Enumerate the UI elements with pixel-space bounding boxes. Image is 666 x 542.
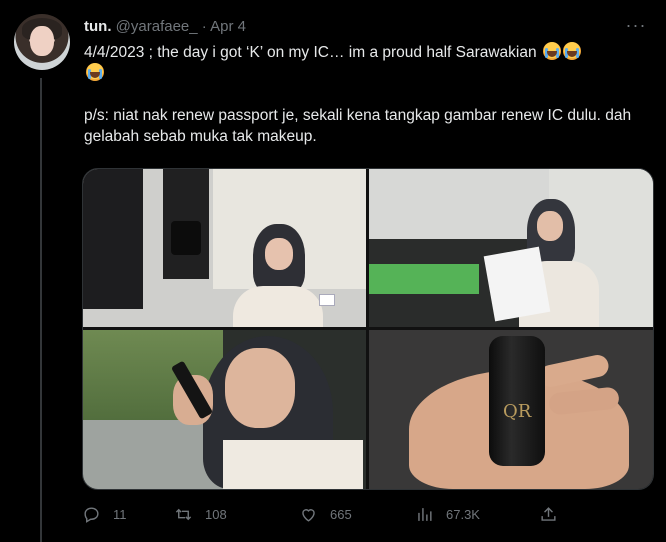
photo-1-body xyxy=(233,286,323,327)
tweet-header: tun. @yarafaee_ · Apr 4 xyxy=(84,18,246,35)
tweet-date[interactable]: Apr 4 xyxy=(210,18,246,35)
share-button[interactable] xyxy=(539,500,570,528)
crying-face-icon xyxy=(542,42,561,60)
share-icon xyxy=(541,506,556,521)
photo-2-paper xyxy=(483,246,551,322)
tweet-line-1-text: 4/4/2023 ; the day i got ‘K’ on my IC… i… xyxy=(84,44,537,61)
action-bar: 11 108 665 67.3K xyxy=(82,500,652,528)
reply-count: 11 xyxy=(113,506,127,522)
photo-1[interactable] xyxy=(83,169,366,327)
avatar-face xyxy=(30,26,54,56)
crying-face-icon xyxy=(86,63,104,81)
views-chart-icon xyxy=(418,507,432,521)
more-options-icon[interactable]: ··· xyxy=(622,16,650,36)
heart-icon xyxy=(302,508,315,522)
author-name[interactable]: tun. xyxy=(84,18,112,35)
photo-2[interactable] xyxy=(369,169,653,327)
photo-2-person xyxy=(483,199,599,327)
photo-1-face xyxy=(265,238,293,270)
tweet-line-2: p/s: niat nak renew passport je, sekali … xyxy=(84,107,632,145)
separator-dot: · xyxy=(201,18,207,35)
product-logo: QR xyxy=(503,401,532,422)
retweet-button[interactable]: 108 xyxy=(174,500,227,528)
tweet[interactable]: tun. @yarafaee_ · Apr 4 ··· 4/4/2023 ; t… xyxy=(0,0,666,542)
avatar[interactable] xyxy=(14,14,70,70)
photo-1-camera-lens xyxy=(171,221,201,255)
photo-3-body xyxy=(223,440,363,489)
photo-1-person xyxy=(233,224,335,327)
photo-3-face xyxy=(225,348,295,428)
thread-line xyxy=(40,78,42,542)
tweet-line-1: 4/4/2023 ; the day i got ‘K’ on my IC… i… xyxy=(84,42,644,84)
crying-face-icon xyxy=(562,42,581,60)
photo-3[interactable] xyxy=(83,330,366,489)
reply-icon xyxy=(84,506,99,523)
retweet-icon xyxy=(175,508,192,520)
views-count: 67.3K xyxy=(446,506,480,522)
reply-button[interactable]: 11 xyxy=(82,500,127,528)
photo-2-face xyxy=(537,211,563,241)
photo-1-coat xyxy=(83,169,143,309)
photo-1-card xyxy=(319,294,335,306)
media-grid: QR xyxy=(82,168,654,490)
retweet-count: 108 xyxy=(205,506,227,522)
photo-2-green-panel xyxy=(369,264,479,294)
photo-4[interactable]: QR xyxy=(369,330,653,489)
views-button[interactable]: 67.3K xyxy=(415,500,480,528)
like-count: 665 xyxy=(330,506,352,522)
like-button[interactable]: 665 xyxy=(299,500,352,528)
author-handle[interactable]: @yarafaee_ xyxy=(116,18,198,35)
tweet-text: 4/4/2023 ; the day i got ‘K’ on my IC… i… xyxy=(84,42,644,147)
